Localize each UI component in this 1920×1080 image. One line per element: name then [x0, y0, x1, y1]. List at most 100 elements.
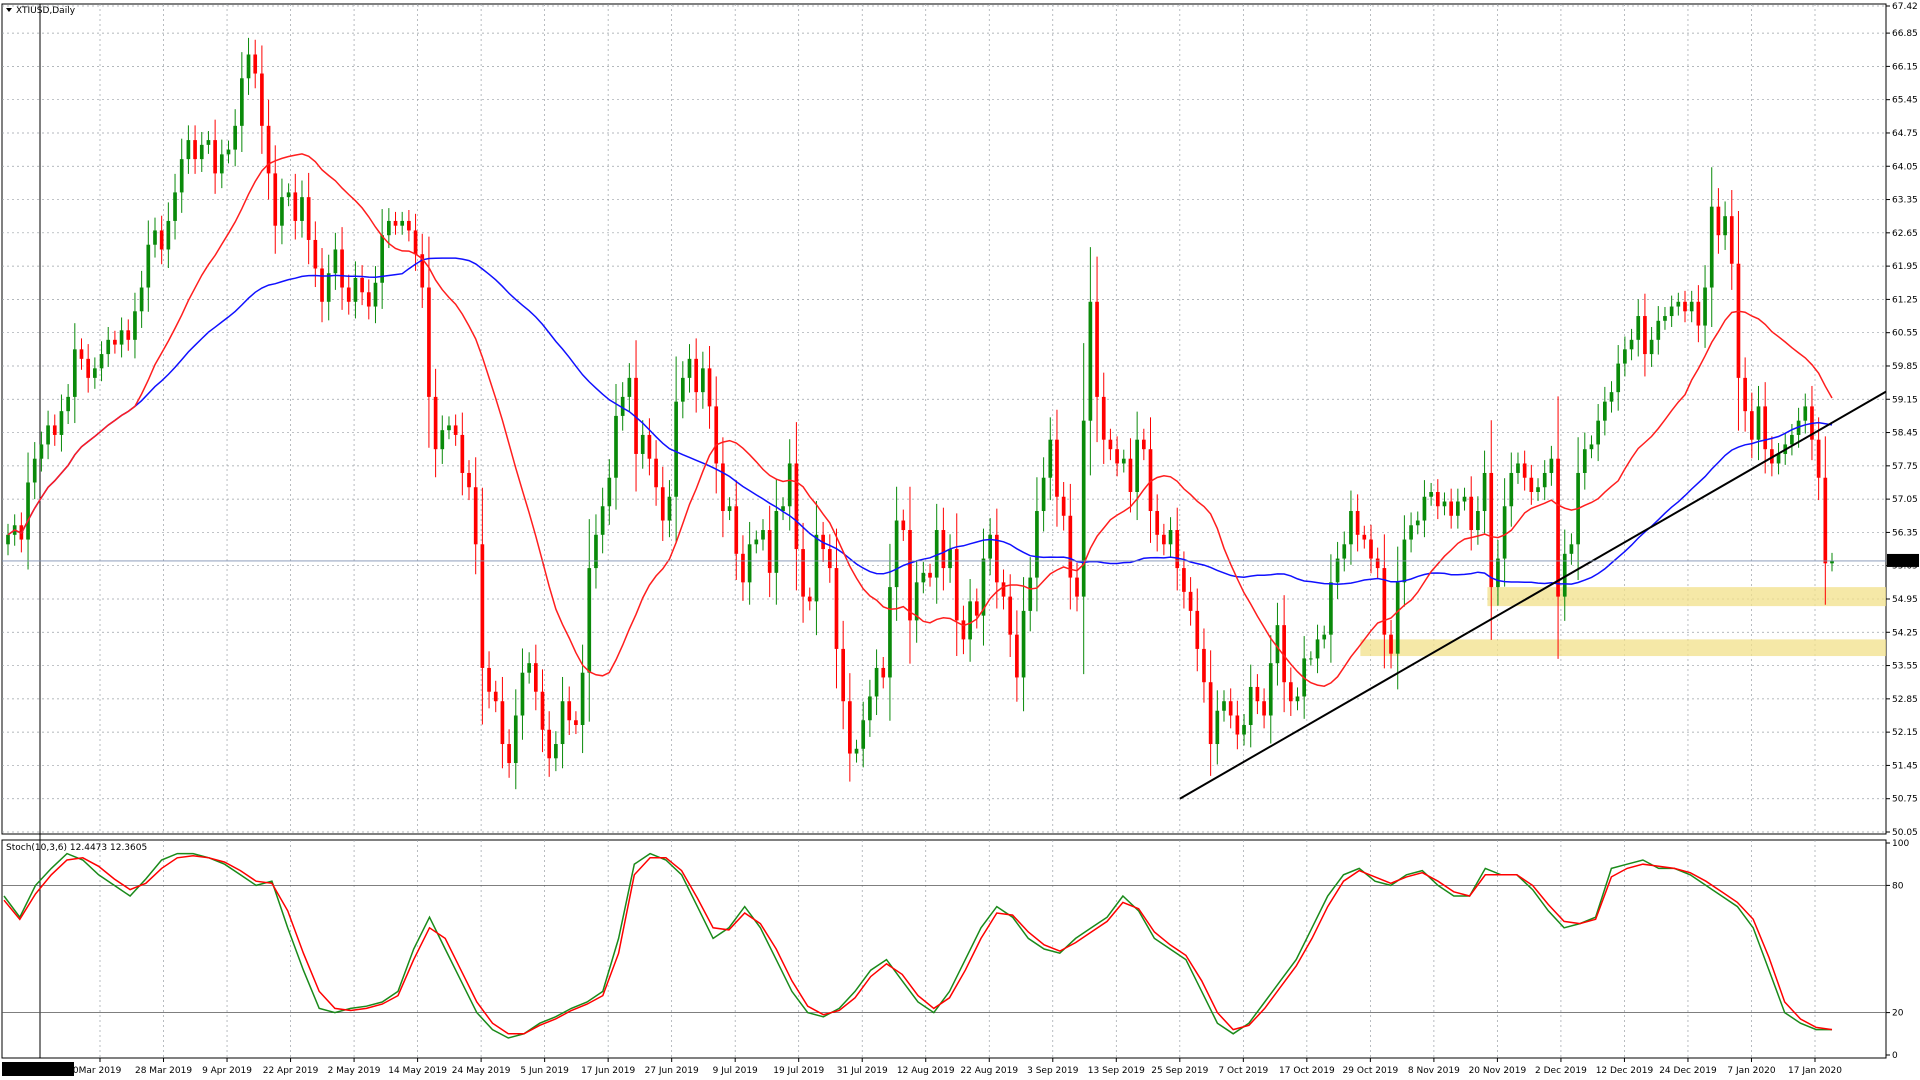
- candle-down[interactable]: [1529, 477, 1534, 492]
- candle-down[interactable]: [1375, 558, 1380, 569]
- candle-up[interactable]: [1021, 610, 1026, 678]
- candle-up[interactable]: [1422, 496, 1427, 521]
- candle-down[interactable]: [1155, 511, 1160, 535]
- candle-down[interactable]: [901, 520, 906, 531]
- candle-down[interactable]: [881, 667, 886, 678]
- candle-down[interactable]: [1162, 534, 1166, 545]
- candle-up[interactable]: [674, 401, 678, 497]
- candle-down[interactable]: [961, 620, 966, 640]
- candle-up[interactable]: [921, 572, 926, 583]
- candle-down[interactable]: [113, 339, 117, 345]
- candle-up[interactable]: [888, 587, 892, 678]
- candle-up[interactable]: [1502, 506, 1507, 559]
- candle-up[interactable]: [680, 377, 685, 402]
- candle-down[interactable]: [413, 230, 418, 255]
- candle-up[interactable]: [948, 549, 952, 569]
- candle-up[interactable]: [727, 506, 732, 512]
- candle-up[interactable]: [1689, 301, 1694, 312]
- candle-up[interactable]: [747, 544, 752, 583]
- candle-down[interactable]: [1763, 406, 1768, 450]
- candle-down[interactable]: [1141, 439, 1146, 450]
- candle-down[interactable]: [1255, 686, 1260, 702]
- candle-down[interactable]: [1202, 648, 1206, 683]
- candle-down[interactable]: [721, 463, 725, 512]
- candle-down[interactable]: [473, 487, 478, 545]
- candle-up[interactable]: [146, 244, 151, 288]
- candle-up[interactable]: [226, 149, 231, 155]
- candle-up[interactable]: [1723, 216, 1727, 236]
- candle-up[interactable]: [99, 354, 104, 369]
- candle-down[interactable]: [807, 596, 812, 602]
- candle-down[interactable]: [407, 220, 411, 231]
- candle-down[interactable]: [1101, 396, 1106, 440]
- candle-up[interactable]: [199, 144, 204, 160]
- candle-up[interactable]: [66, 396, 70, 412]
- candle-up[interactable]: [179, 159, 184, 193]
- candle-up[interactable]: [46, 425, 50, 445]
- candle-up[interactable]: [1222, 701, 1226, 711]
- candle-up[interactable]: [1609, 392, 1614, 402]
- candle-down[interactable]: [313, 239, 318, 269]
- chart-canvas[interactable]: 67.42 66.85 66.15 65.45 64.75 64.05 63.35 62.65…: [0, 0, 1920, 1080]
- candle-down[interactable]: [767, 530, 772, 573]
- candle-up[interactable]: [554, 744, 558, 759]
- candle-up[interactable]: [861, 720, 866, 749]
- candle-up[interactable]: [1329, 582, 1333, 635]
- candle-up[interactable]: [527, 663, 531, 673]
- candle-down[interactable]: [1556, 458, 1560, 597]
- candle-up[interactable]: [1536, 487, 1540, 492]
- candle-down[interactable]: [1369, 539, 1373, 559]
- candle-up[interactable]: [1629, 339, 1634, 350]
- candle-down[interactable]: [193, 140, 197, 160]
- candle-up[interactable]: [1041, 477, 1046, 512]
- candle-up[interactable]: [119, 330, 124, 345]
- candle-up[interactable]: [1088, 301, 1093, 421]
- candle-up[interactable]: [1335, 558, 1340, 583]
- candle-down[interactable]: [994, 534, 999, 583]
- candle-up[interactable]: [173, 192, 177, 221]
- candle-down[interactable]: [346, 287, 351, 302]
- candle-up[interactable]: [1309, 658, 1313, 660]
- candle-down[interactable]: [1208, 682, 1213, 745]
- candle-up[interactable]: [1542, 472, 1547, 488]
- candle-up[interactable]: [1482, 472, 1487, 512]
- candle-up[interactable]: [300, 197, 304, 221]
- candle-up[interactable]: [614, 415, 618, 478]
- candle-up[interactable]: [240, 78, 244, 126]
- candle-up[interactable]: [560, 701, 565, 745]
- candle-down[interactable]: [1729, 216, 1734, 264]
- candle-down[interactable]: [1749, 411, 1754, 440]
- candle-up[interactable]: [1315, 639, 1320, 659]
- candle-down[interactable]: [654, 458, 658, 488]
- candle-down[interactable]: [1362, 534, 1367, 540]
- candle-up[interactable]: [93, 368, 97, 378]
- candle-down[interactable]: [928, 572, 932, 578]
- candle-down[interactable]: [1449, 501, 1454, 516]
- candle-up[interactable]: [667, 496, 672, 521]
- candle-up[interactable]: [640, 434, 645, 454]
- candle-up[interactable]: [701, 368, 705, 393]
- candle-down[interactable]: [540, 691, 545, 730]
- candle-up[interactable]: [1636, 316, 1641, 340]
- candle-down[interactable]: [1489, 472, 1494, 588]
- candle-up[interactable]: [968, 601, 972, 640]
- candle-down[interactable]: [1055, 439, 1059, 497]
- candle-up[interactable]: [868, 696, 872, 721]
- candle-down[interactable]: [1262, 701, 1266, 716]
- candle-up[interactable]: [139, 287, 144, 312]
- candle-down[interactable]: [1743, 377, 1747, 412]
- candle-up[interactable]: [6, 534, 10, 545]
- candle-up[interactable]: [1268, 663, 1273, 716]
- candle-up[interactable]: [1656, 320, 1661, 340]
- candle-down[interactable]: [1683, 301, 1687, 312]
- candle-up[interactable]: [59, 411, 64, 435]
- candle-up[interactable]: [246, 54, 251, 79]
- candle-up[interactable]: [386, 220, 391, 236]
- candle-up[interactable]: [1349, 511, 1353, 545]
- candle-down[interactable]: [306, 197, 311, 240]
- candle-up[interactable]: [153, 230, 157, 245]
- candle-down[interactable]: [1355, 511, 1360, 535]
- candle-down[interactable]: [213, 140, 217, 174]
- candle-up[interactable]: [1242, 725, 1246, 735]
- candle-down[interactable]: [694, 358, 699, 393]
